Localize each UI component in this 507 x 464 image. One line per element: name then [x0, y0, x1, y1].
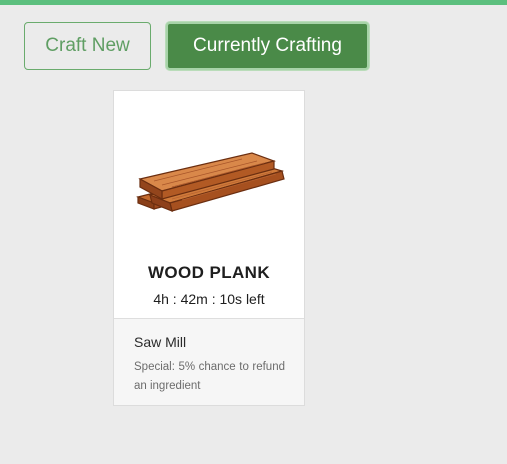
tab-currently-crafting[interactable]: Currently Crafting — [166, 22, 369, 70]
card-header: WOOD PLANK 4h : 42m : 10s left — [114, 91, 304, 318]
tab-craft-new[interactable]: Craft New — [24, 22, 151, 70]
crafting-card[interactable]: WOOD PLANK 4h : 42m : 10s left Saw Mill … — [113, 90, 305, 406]
item-name: WOOD PLANK — [147, 263, 271, 282]
special-bonus-text: Special: 5% chance to refund an ingredie… — [134, 361, 285, 392]
time-remaining: 4h : 42m : 10s left — [153, 291, 265, 307]
top-accent-bar — [0, 0, 507, 5]
wood-plank-icon — [135, 152, 285, 212]
building-name: Saw Mill — [134, 334, 187, 350]
card-footer: Saw Mill Special: 5% chance to refund an… — [114, 318, 304, 405]
